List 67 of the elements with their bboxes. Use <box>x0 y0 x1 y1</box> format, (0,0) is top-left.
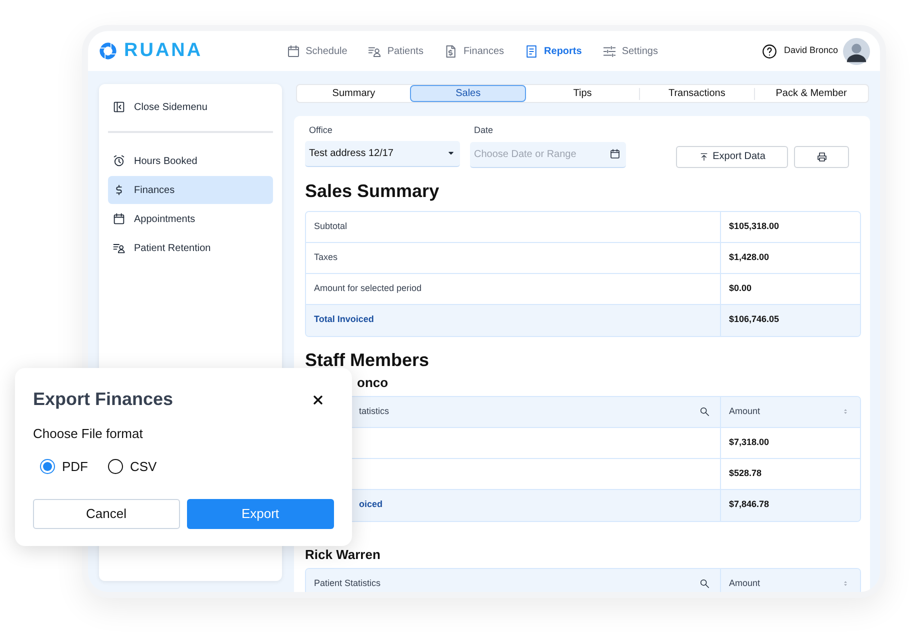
report-icon <box>524 44 540 58</box>
sliders-icon <box>602 44 617 58</box>
office-select[interactable]: Test address 12/17 <box>305 140 460 166</box>
table-cell-text: Taxes <box>314 250 338 264</box>
close-icon[interactable] <box>311 392 325 406</box>
table-cell-text: Subtotal <box>314 220 348 233</box>
radio-option[interactable]: CSV <box>108 456 157 476</box>
logo-text: RUANA <box>124 38 203 63</box>
column-header: Amount <box>729 404 760 418</box>
tab[interactable]: Sales <box>410 85 526 102</box>
help-icon[interactable] <box>760 42 778 60</box>
column-header: Amount <box>729 576 760 590</box>
radio-button[interactable] <box>108 458 123 474</box>
export-data-button[interactable]: Export Data <box>676 146 788 168</box>
field-label: Office <box>309 124 334 137</box>
calendar-icon[interactable] <box>609 148 621 160</box>
radio-button[interactable] <box>40 458 55 474</box>
tab[interactable]: Summary <box>297 85 410 102</box>
table-cell-text: $1,428.00 <box>729 250 770 264</box>
column-header: Patient Statistics <box>314 576 381 590</box>
radio-option[interactable]: PDF <box>40 456 88 476</box>
tab[interactable]: Pack & Member <box>754 85 868 102</box>
sidebar-item[interactable]: Appointments <box>108 205 273 233</box>
table-cell-text: $0.00 <box>729 282 752 295</box>
sidebar-item[interactable]: Patient Retention <box>108 234 273 262</box>
close-sidemenu-link[interactable]: Close Sidemenu <box>108 96 273 118</box>
nav-link[interactable]: Schedule <box>286 44 348 58</box>
collapse-panel-icon <box>112 100 126 114</box>
nav-link[interactable]: Reports <box>524 44 582 58</box>
table-cell-text: $7,846.78 <box>729 498 770 512</box>
table-cell-text: Total Invoiced <box>314 313 374 326</box>
date-field[interactable]: Choose Date or Range <box>470 142 626 168</box>
person-list-icon <box>112 241 126 255</box>
user-name: David Bronco <box>784 44 838 58</box>
table-cell-text: $105,318.00 <box>729 220 780 233</box>
dialog-title: Export Finances <box>33 388 174 411</box>
field-label: Date <box>474 124 494 137</box>
table-cell-text: $7,318.00 <box>729 436 770 449</box>
tab[interactable]: Tips <box>526 85 640 102</box>
staff-name: Rick Warren <box>305 546 382 562</box>
sidebar-item[interactable]: Finances <box>108 176 273 204</box>
search-icon[interactable] <box>699 578 710 589</box>
print-icon <box>816 150 828 162</box>
export-button[interactable]: Export <box>186 499 334 529</box>
staff-name: onco <box>356 374 390 390</box>
section-title: Staff Members <box>305 348 430 372</box>
table-cell-text: oiced <box>359 498 383 512</box>
calendar-icon <box>286 44 301 58</box>
nav-link[interactable]: Patients <box>367 44 424 58</box>
alarm-clock-icon <box>112 154 126 168</box>
dialog-prompt: Choose File format <box>33 425 144 443</box>
sidebar-item[interactable]: Hours Booked <box>108 147 273 175</box>
upload-icon <box>698 152 709 162</box>
table-cell-text: $528.78 <box>729 466 762 480</box>
nav-link[interactable]: Finances <box>443 44 504 58</box>
avatar[interactable] <box>843 38 870 64</box>
tab[interactable]: Transactions <box>640 85 754 102</box>
section-title: Sales Summary <box>305 180 440 202</box>
search-icon[interactable] <box>699 406 710 417</box>
nav-link[interactable]: Settings <box>602 44 658 58</box>
table-cell-text: $106,746.05 <box>729 313 780 326</box>
cancel-button[interactable]: Cancel <box>33 499 180 529</box>
print-button[interactable] <box>794 146 849 168</box>
table-cell-text: Amount for selected period <box>314 282 422 295</box>
calendar-icon <box>112 212 126 226</box>
column-header: tatistics <box>359 404 390 418</box>
logo-mark-icon <box>98 41 118 61</box>
